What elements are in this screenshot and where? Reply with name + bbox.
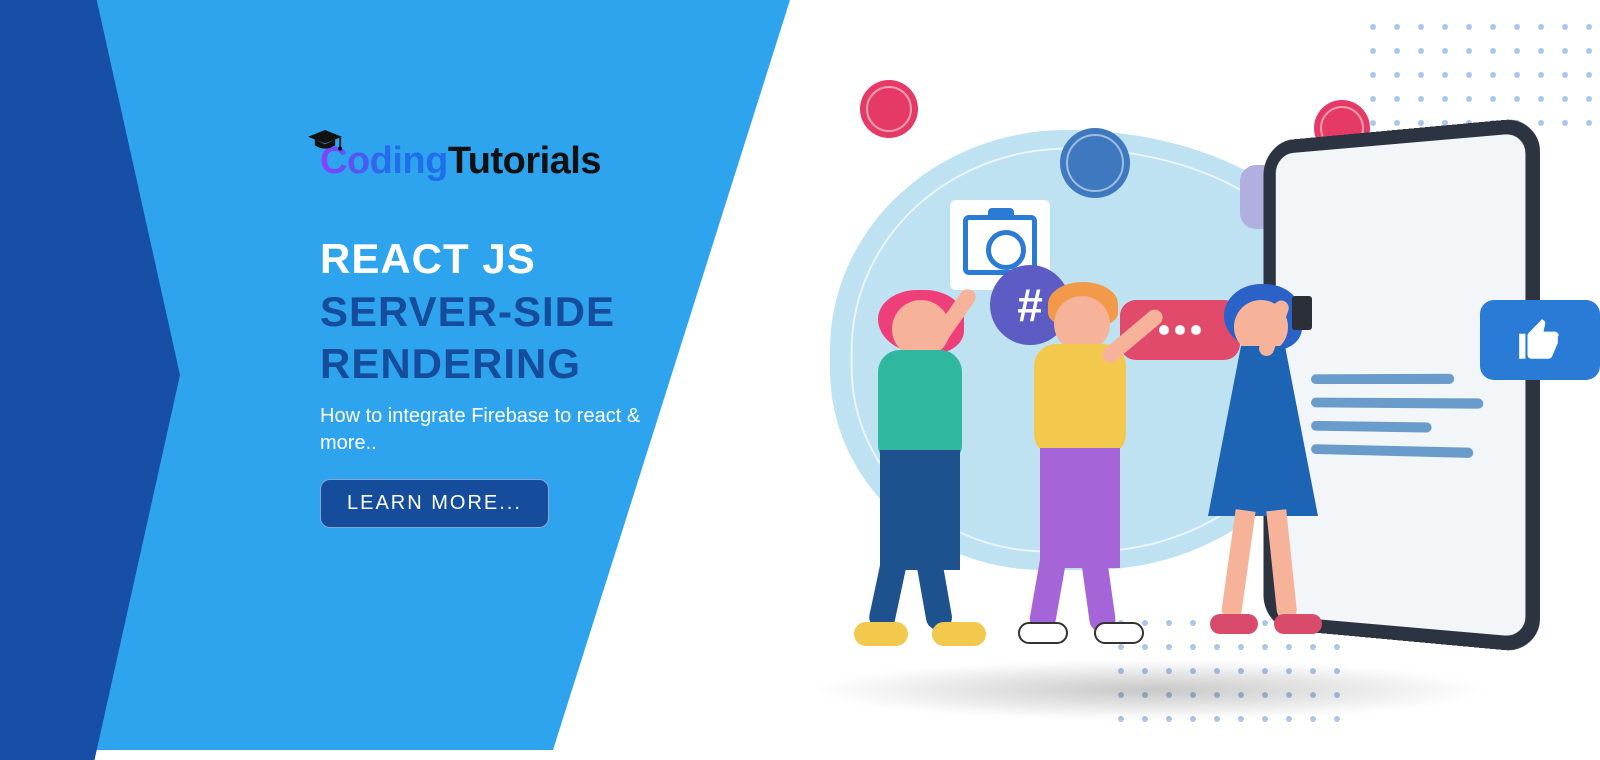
hero-illustration: # — [750, 70, 1570, 730]
hero-subtitle: How to integrate Firebase to react & mor… — [320, 403, 650, 457]
logo-text-tutorials: Tutorials — [448, 140, 601, 183]
floor-shadow — [810, 660, 1490, 720]
person-illustration — [1180, 290, 1350, 670]
site-logo: Coding Tutorials — [320, 140, 740, 183]
heading-line-2: SERVER-SIDE — [320, 286, 740, 339]
person-illustration — [840, 300, 1010, 660]
decorative-ball-pink-icon — [860, 80, 918, 138]
decorative-ball-blue-icon — [1060, 128, 1130, 198]
hero-content: Coding Tutorials REACT JS SERVER-SIDE RE… — [320, 140, 740, 528]
graduation-cap-icon — [308, 130, 342, 152]
like-badge-icon — [1480, 300, 1600, 380]
heading-line-1: REACT JS — [320, 233, 740, 286]
heading-line-3: RENDERING — [320, 338, 740, 391]
learn-more-button[interactable]: LEARN MORE... — [320, 479, 549, 528]
person-illustration — [1000, 290, 1170, 660]
